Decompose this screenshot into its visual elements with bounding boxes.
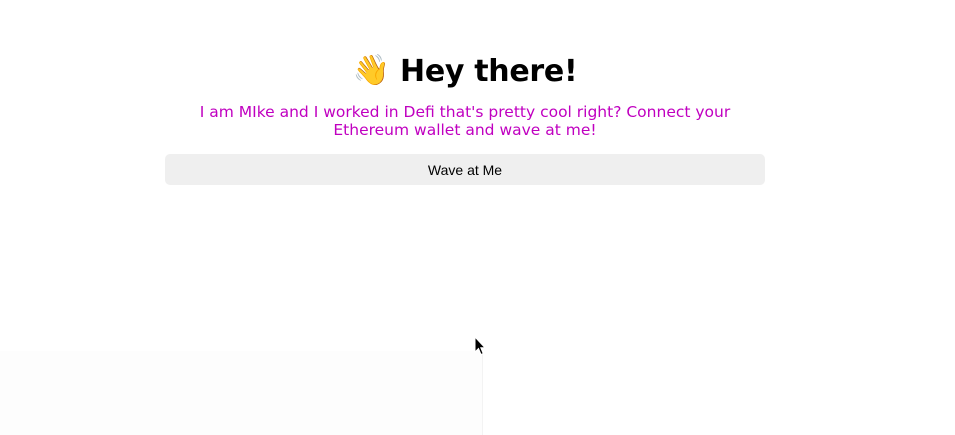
wave-button[interactable]: Wave at Me — [165, 154, 765, 185]
lower-panel — [0, 351, 483, 435]
bio-text: I am MIke and I worked in Defi that's pr… — [199, 103, 731, 139]
arrow-cursor-icon — [474, 336, 486, 356]
main-container: 👋 Hey there! I am MIke and I worked in D… — [165, 0, 765, 185]
waving-hand-icon: 👋 — [352, 53, 391, 88]
page-title: Hey there! — [400, 53, 578, 89]
header: 👋 Hey there! — [165, 51, 765, 91]
